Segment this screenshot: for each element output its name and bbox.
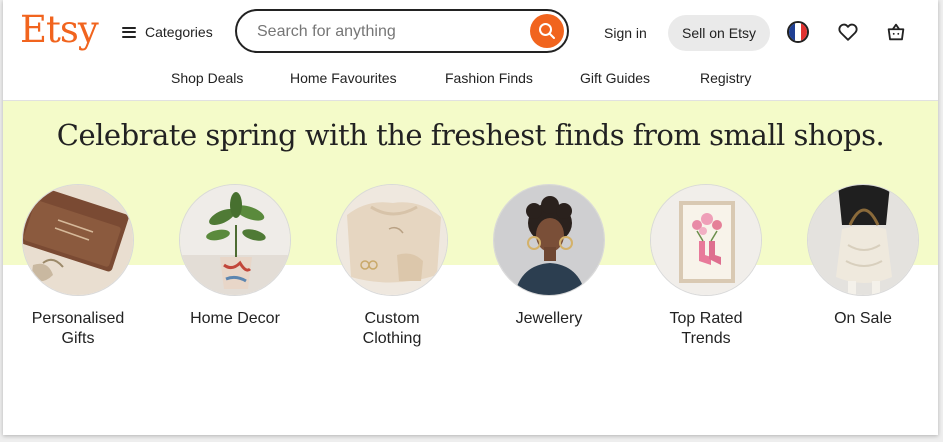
search-bar — [235, 9, 569, 53]
sell-label: Sell on Etsy — [682, 25, 756, 41]
category-label: Custom Clothing — [362, 310, 422, 347]
nav-gift-guides[interactable]: Gift Guides — [580, 70, 650, 86]
category-image-framed-print — [650, 184, 762, 296]
shopping-bag-icon[interactable] — [885, 21, 907, 43]
categories-label: Categories — [145, 24, 213, 40]
category-label: Jewellery — [515, 310, 583, 327]
sign-in-link[interactable]: Sign in — [604, 25, 647, 41]
category-custom-clothing[interactable]: Custom Clothing — [322, 184, 462, 349]
hero-headline: Celebrate spring with the freshest finds… — [56, 118, 885, 152]
category-label: Top Rated Trends — [669, 310, 743, 347]
category-image-model-earrings — [493, 184, 605, 296]
header: Etsy Categories Sign in Sell on Etsy — [3, 0, 938, 101]
category-on-sale[interactable]: On Sale — [793, 184, 933, 329]
category-image-potted-plant — [179, 184, 291, 296]
france-flag-icon[interactable] — [787, 21, 809, 43]
category-image-baby-sweater — [336, 184, 448, 296]
category-label: Personalised Gifts — [31, 310, 125, 347]
sub-navigation: Shop Deals Home Favourites Fashion Finds… — [3, 70, 938, 90]
category-label: Home Decor — [190, 310, 280, 327]
browser-page: Etsy Categories Sign in Sell on Etsy — [3, 0, 938, 435]
sell-on-etsy-button[interactable]: Sell on Etsy — [668, 15, 770, 51]
category-top-rated-trends[interactable]: Top Rated Trends — [636, 184, 776, 349]
search-button[interactable] — [530, 14, 564, 48]
etsy-logo[interactable]: Etsy — [20, 8, 99, 51]
menu-icon — [122, 26, 136, 38]
heart-icon[interactable] — [837, 21, 859, 43]
nav-fashion-finds[interactable]: Fashion Finds — [445, 70, 533, 86]
category-image-leather-journal — [22, 184, 134, 296]
nav-registry[interactable]: Registry — [700, 70, 751, 86]
nav-home-favourites[interactable]: Home Favourites — [290, 70, 397, 86]
category-image-handbag — [807, 184, 919, 296]
search-input[interactable] — [255, 20, 519, 44]
category-personalised-gifts[interactable]: Personalised Gifts — [8, 184, 148, 349]
search-icon — [539, 23, 555, 39]
nav-shop-deals[interactable]: Shop Deals — [171, 70, 243, 86]
category-home-decor[interactable]: Home Decor — [165, 184, 305, 329]
categories-button[interactable]: Categories — [122, 24, 213, 40]
category-jewellery[interactable]: Jewellery — [479, 184, 619, 329]
category-label: On Sale — [834, 310, 892, 327]
